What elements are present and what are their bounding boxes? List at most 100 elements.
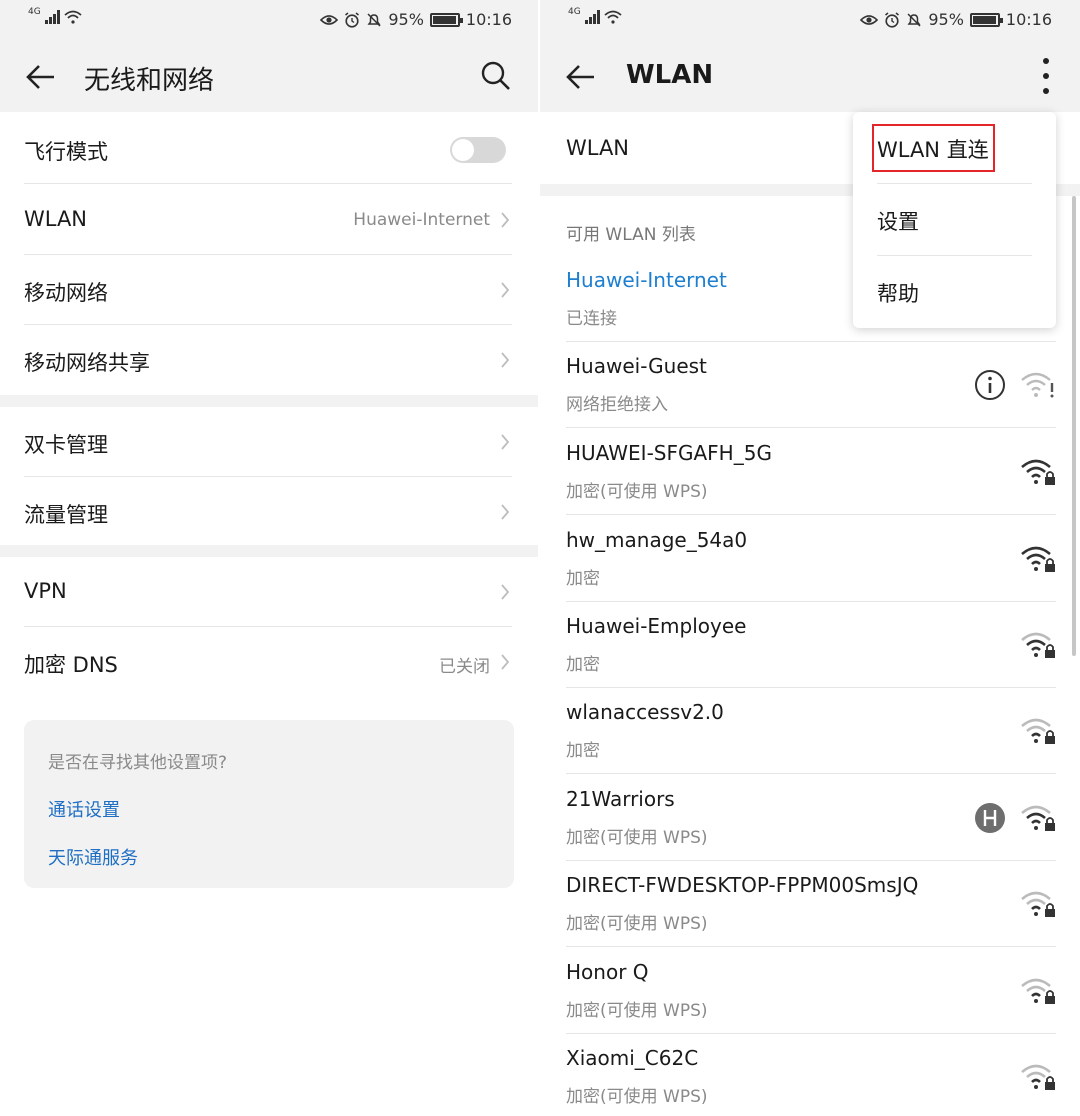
wifi-lock-icon [1021,978,1055,1004]
row-label: 双卡管理 [24,433,108,457]
network-ssid: Huawei-Guest [566,354,707,378]
clock: 10:16 [1005,10,1052,29]
wlan-label: WLAN [566,136,630,160]
network-status: 加密(可使用 WPS) [566,1001,708,1021]
network-item[interactable]: 21Warriors 加密(可使用 WPS) [540,775,1080,861]
row-label: 流量管理 [24,503,108,527]
hilink-icon [975,803,1005,833]
battery-percent: 95% [928,10,964,29]
overflow-menu: WLAN 直连 设置 帮助 [853,112,1056,328]
divider [566,514,1056,515]
wifi-lock-icon [1021,546,1055,572]
wireless-networks-screen: 4G 95% 10:16 无线和网络 飞行模式 WLAN Huawei-Inte… [0,0,540,1116]
eye-icon [320,14,339,25]
wlan-screen: 4G 95% 10:16 WLAN WLAN 可用 WLAN 列表 Huawei… [540,0,1080,1116]
wlan-row[interactable]: WLAN Huawei-Internet [0,185,540,255]
suggestion-question: 是否在寻找其他设置项? [48,753,228,773]
network-item[interactable]: hw_manage_54a0 加密 [540,516,1080,602]
menu-item-label: 帮助 [877,282,919,306]
dual-sim-row[interactable]: 双卡管理 [0,407,540,477]
wifi-lock-icon [1021,805,1055,831]
chevron-right-icon [501,352,510,368]
section-gap [0,395,540,407]
network-ssid: Huawei-Employee [566,614,747,638]
network-item[interactable]: HUAWEI-SFGAFH_5G 加密(可使用 WPS) [540,429,1080,515]
network-item[interactable]: DIRECT-FWDESKTOP-FPPM00SmsJQ 加密(可使用 WPS) [540,861,1080,947]
signal-icon [44,10,60,24]
airplane-mode-toggle[interactable] [450,137,506,163]
battery-icon [969,12,1003,27]
back-arrow-icon[interactable] [564,60,598,94]
network-ssid: hw_manage_54a0 [566,528,748,552]
network-item[interactable]: Xiaomi_C62C 加密(可使用 WPS) [540,1034,1080,1116]
status-right: 95% 10:16 [320,10,512,29]
battery-icon [429,12,463,27]
page-title: 无线和网络 [84,66,215,96]
airplane-mode-row[interactable]: 飞行模式 [0,114,540,184]
network-item[interactable]: Honor Q 加密(可使用 WPS) [540,948,1080,1034]
row-label: 飞行模式 [24,140,108,164]
divider [566,773,1056,774]
wifi-lock-icon [1021,459,1055,485]
divider [566,946,1056,947]
wifi-status-icon [64,10,82,24]
vpn-row[interactable]: VPN [0,557,540,627]
battery-percent: 95% [388,10,424,29]
call-settings-link[interactable]: 通话设置 [48,796,120,822]
row-label: 加密 DNS [24,653,118,677]
eye-icon [860,14,879,25]
info-icon[interactable] [974,369,1006,401]
wifi-lock-icon [1021,1064,1055,1090]
network-status: 加密 [566,569,600,589]
divider [566,427,1056,428]
tethering-row[interactable]: 移动网络共享 [0,325,540,395]
network-status: 加密(可使用 WPS) [566,914,708,934]
chevron-right-icon [501,584,510,600]
row-value: Huawei-Internet [353,210,490,230]
mute-bell-icon [907,12,921,27]
page-title: WLAN [626,60,714,90]
chevron-right-icon [501,504,510,520]
network-status: 加密(可使用 WPS) [566,482,708,502]
more-options-icon[interactable] [1040,58,1052,94]
scrollbar[interactable] [1072,196,1076,656]
back-arrow-icon[interactable] [24,60,58,94]
menu-item-help[interactable]: 帮助 [853,256,1056,328]
search-icon[interactable] [480,60,512,92]
available-networks-header: 可用 WLAN 列表 [566,225,696,245]
chevron-right-icon [501,212,510,228]
status-left: 4G [28,7,82,24]
network-item[interactable]: wlanaccessv2.0 加密 [540,688,1080,774]
wifi-status-icon [604,10,622,24]
title-bar: WLAN [540,40,1080,112]
skytone-service-link[interactable]: 天际通服务 [48,844,138,870]
toggle-knob [452,139,474,161]
row-label: VPN [24,579,67,603]
menu-item-settings[interactable]: 设置 [853,184,1056,256]
highlight-box [872,124,995,172]
private-dns-row[interactable]: 加密 DNS 已关闭 [0,627,540,697]
status-right: 95% 10:16 [860,10,1052,29]
menu-item-label: 设置 [877,210,919,234]
mute-bell-icon [367,12,381,27]
row-value: 已关闭 [439,657,490,677]
wifi-lock-icon [1021,718,1055,744]
data-usage-row[interactable]: 流量管理 [0,477,540,547]
wifi-lock-icon [1021,891,1055,917]
alarm-icon [345,11,360,28]
mobile-network-row[interactable]: 移动网络 [0,255,540,325]
network-type: 4G [28,7,41,17]
chevron-right-icon [501,282,510,298]
suggestion-card: 是否在寻找其他设置项? 通话设置 天际通服务 [24,720,514,888]
network-status: 已连接 [566,309,617,329]
network-item[interactable]: Huawei-Employee 加密 [540,602,1080,688]
network-ssid: Xiaomi_C62C [566,1046,699,1070]
network-status: 加密(可使用 WPS) [566,828,708,848]
network-item[interactable]: Huawei-Guest 网络拒绝接入 [540,342,1080,428]
network-ssid: Huawei-Internet [566,268,727,292]
chevron-right-icon [501,434,510,450]
clock: 10:16 [465,10,512,29]
signal-icon [584,10,600,24]
title-bar: 无线和网络 [0,40,540,112]
row-label: 移动网络 [24,281,108,305]
